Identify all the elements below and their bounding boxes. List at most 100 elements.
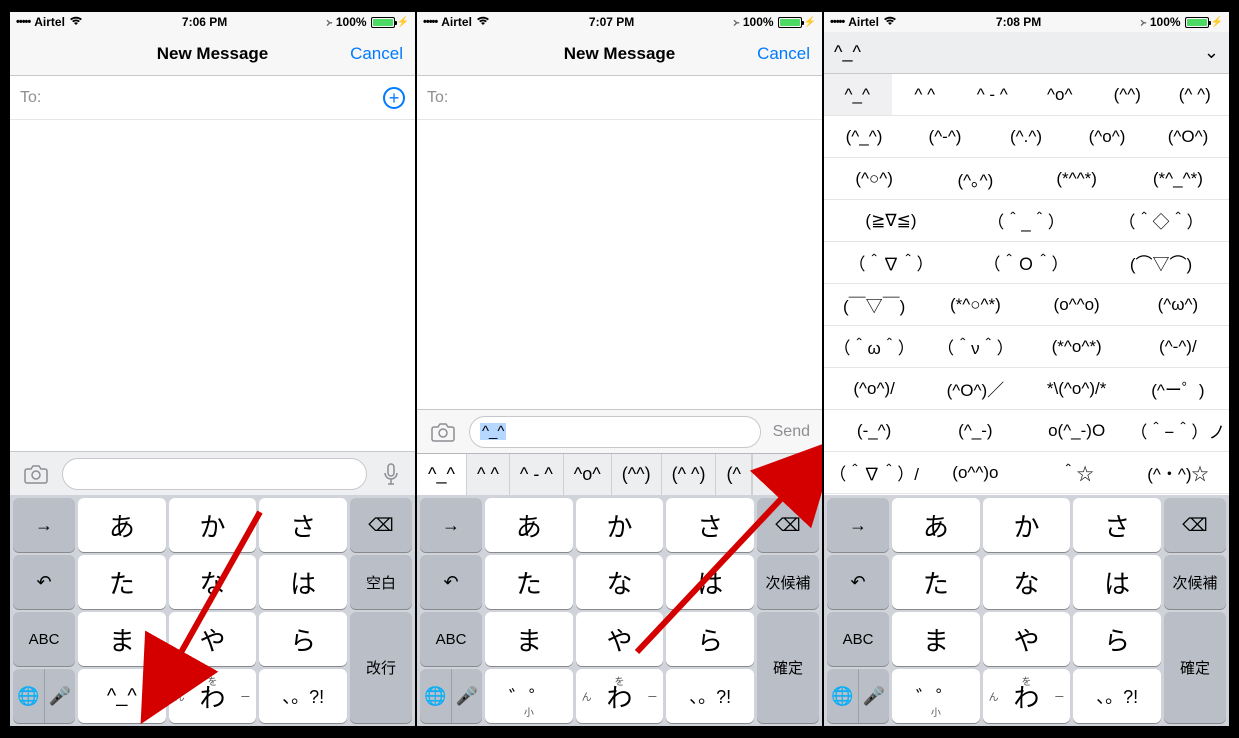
kaomoji-item[interactable]: (*^○^*)	[925, 284, 1026, 325]
key-abc[interactable]: ABC	[827, 612, 889, 666]
key-a[interactable]: あ	[78, 498, 166, 552]
kaomoji-item[interactable]: (^｡^)	[925, 158, 1026, 199]
kaomoji-item[interactable]: （＾◇＾）	[1094, 200, 1229, 241]
key-ta[interactable]: た	[78, 555, 166, 609]
key-backspace[interactable]: ⌫	[1164, 498, 1226, 552]
kaomoji-item[interactable]: (^_-)	[925, 410, 1026, 451]
kaomoji-item[interactable]: (*^_^*)	[1128, 158, 1229, 199]
kaomoji-item[interactable]: （＾ω＾）	[824, 326, 925, 367]
mic-icon-key[interactable]: 🎤	[859, 686, 890, 707]
kaomoji-item[interactable]: (^O^)／	[925, 368, 1026, 409]
key-punct[interactable]: 、。?!	[1073, 669, 1161, 723]
key-punct[interactable]: 、。?!	[259, 669, 347, 723]
kaomoji-item[interactable]: （＾_＾）	[959, 200, 1094, 241]
suggestion-item[interactable]: ^o^	[564, 454, 612, 495]
key-punct[interactable]: 、。?!	[666, 669, 754, 723]
kaomoji-item[interactable]: (⌒▽⌒)	[1094, 242, 1229, 283]
key-ma[interactable]: ま	[485, 612, 573, 666]
kaomoji-item[interactable]: （＾−＾）ノ	[1128, 410, 1229, 451]
key-return[interactable]: 改行	[350, 612, 412, 723]
key-backspace[interactable]: ⌫	[757, 498, 819, 552]
key-abc[interactable]: ABC	[13, 612, 75, 666]
mic-icon-key[interactable]: 🎤	[45, 686, 76, 707]
mic-icon[interactable]	[373, 463, 409, 485]
key-kaomoji[interactable]: ^_^	[78, 669, 166, 723]
kaomoji-item[interactable]: (^_^)	[824, 116, 905, 157]
key-na[interactable]: な	[576, 555, 664, 609]
kaomoji-item[interactable]: o(^_-)O	[1027, 410, 1128, 451]
kaomoji-item[interactable]: （＾∇＾）	[824, 242, 959, 283]
key-ka[interactable]: か	[983, 498, 1071, 552]
key-arrow-right[interactable]: →	[13, 498, 75, 552]
globe-icon[interactable]: 🌐	[13, 669, 45, 723]
message-input[interactable]	[62, 458, 367, 490]
cancel-button[interactable]: Cancel	[757, 32, 810, 75]
key-arrow-right[interactable]: →	[420, 498, 482, 552]
to-field-row[interactable]: To: +	[10, 76, 415, 120]
key-sa[interactable]: さ	[259, 498, 347, 552]
key-ha[interactable]: は	[1073, 555, 1161, 609]
key-ra[interactable]: ら	[259, 612, 347, 666]
kaomoji-item[interactable]: (-_^)	[824, 410, 925, 451]
suggestion-item[interactable]: ^ - ^	[510, 454, 564, 495]
kaomoji-item[interactable]: ^_^	[824, 74, 892, 115]
kaomoji-item[interactable]: (*^o^*)	[1027, 326, 1128, 367]
key-a[interactable]: あ	[892, 498, 980, 552]
kaomoji-item[interactable]: (^o^)	[1067, 116, 1148, 157]
key-sa[interactable]: さ	[666, 498, 754, 552]
key-dakuten[interactable]: ゛゜ 小	[485, 669, 573, 723]
key-confirm[interactable]: 確定	[757, 612, 819, 723]
key-undo[interactable]: ↶	[13, 555, 75, 609]
key-dakuten[interactable]: ゛゜ 小	[892, 669, 980, 723]
suggestion-item[interactable]: (^^)	[612, 454, 662, 495]
key-ka[interactable]: か	[576, 498, 664, 552]
message-body[interactable]	[417, 120, 822, 409]
send-button[interactable]: Send	[767, 423, 816, 441]
kaomoji-item[interactable]: (^-^)	[905, 116, 986, 157]
kaomoji-item[interactable]: (^O^)	[1148, 116, 1229, 157]
key-next-candidate[interactable]: 次候補	[1164, 555, 1226, 609]
key-wa[interactable]: わ を ん ー	[983, 669, 1071, 723]
key-na[interactable]: な	[983, 555, 1071, 609]
kaomoji-item[interactable]: (^-^)/	[1128, 326, 1229, 367]
key-space[interactable]: 空白	[350, 555, 412, 609]
message-body[interactable]	[10, 120, 415, 451]
kaomoji-item[interactable]: (^○^)	[824, 158, 925, 199]
key-ka[interactable]: か	[169, 498, 257, 552]
key-next-candidate[interactable]: 次候補	[757, 555, 819, 609]
key-ha[interactable]: は	[259, 555, 347, 609]
collapse-button[interactable]: ⌄	[1204, 42, 1219, 63]
globe-icon[interactable]: 🌐	[420, 669, 452, 723]
key-ma[interactable]: ま	[892, 612, 980, 666]
key-sa[interactable]: さ	[1073, 498, 1161, 552]
key-ta[interactable]: た	[892, 555, 980, 609]
key-backspace[interactable]: ⌫	[350, 498, 412, 552]
key-globe-mic[interactable]: 🌐 🎤	[827, 669, 889, 723]
key-abc[interactable]: ABC	[420, 612, 482, 666]
key-arrow-right[interactable]: →	[827, 498, 889, 552]
kaomoji-item[interactable]: (^ー゜)	[1128, 368, 1229, 409]
camera-icon[interactable]	[423, 416, 463, 448]
key-ya[interactable]: や	[983, 612, 1071, 666]
key-undo[interactable]: ↶	[420, 555, 482, 609]
key-ya[interactable]: や	[576, 612, 664, 666]
suggestion-item[interactable]: ^ ^	[467, 454, 510, 495]
mic-icon-key[interactable]: 🎤	[452, 686, 483, 707]
key-a[interactable]: あ	[485, 498, 573, 552]
expand-suggestions-button[interactable]: ⌃	[752, 454, 788, 495]
kaomoji-item[interactable]: (^ω^)	[1128, 284, 1229, 325]
key-ra[interactable]: ら	[1073, 612, 1161, 666]
cancel-button[interactable]: Cancel	[350, 32, 403, 75]
key-ta[interactable]: た	[485, 555, 573, 609]
to-field-row[interactable]: To:	[417, 76, 822, 120]
key-ra[interactable]: ら	[666, 612, 754, 666]
key-undo[interactable]: ↶	[827, 555, 889, 609]
key-ha[interactable]: は	[666, 555, 754, 609]
kaomoji-item[interactable]: （＾Ｏ＾）	[959, 242, 1094, 283]
globe-icon[interactable]: 🌐	[827, 669, 859, 723]
key-globe-mic[interactable]: 🌐 🎤	[13, 669, 75, 723]
kaomoji-item[interactable]: (^o^)/	[824, 368, 925, 409]
kaomoji-item[interactable]: (o^^)o	[925, 452, 1026, 493]
kaomoji-item[interactable]: （＾ν＾）	[925, 326, 1026, 367]
kaomoji-item[interactable]: (o^^o)	[1027, 284, 1128, 325]
